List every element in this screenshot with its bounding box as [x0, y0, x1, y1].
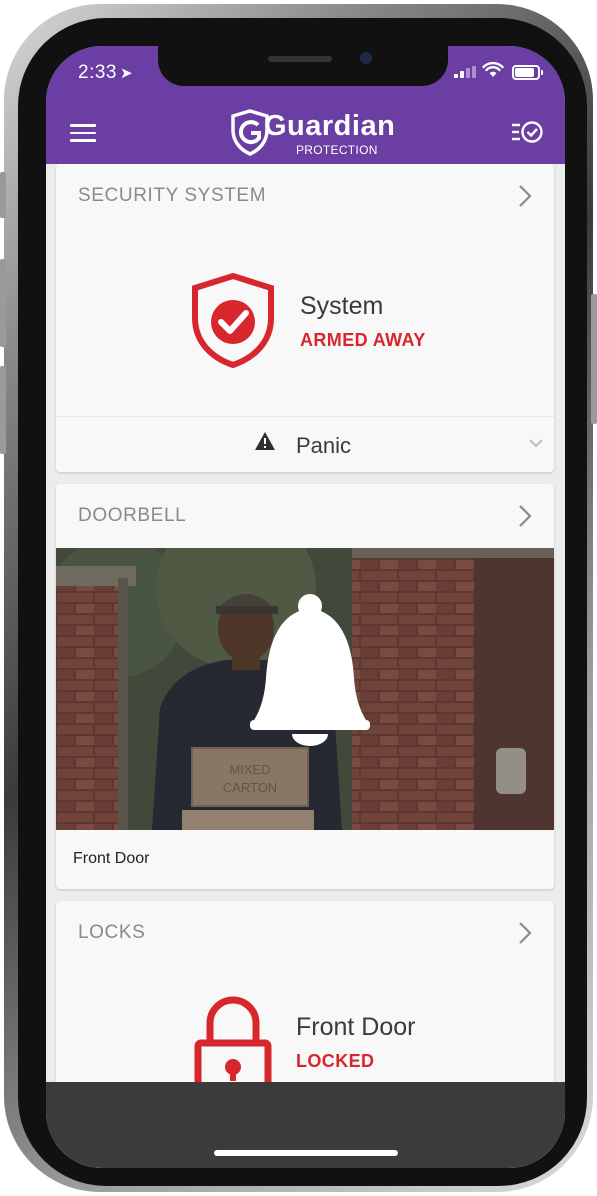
guardian-logo: Guardian PROTECTION	[230, 108, 395, 158]
battery-icon	[512, 65, 543, 80]
locks-title: LOCKS	[78, 922, 146, 943]
volume-down-button	[0, 366, 6, 454]
logo-wordmark: Guardian	[264, 110, 396, 142]
wifi-icon	[482, 62, 504, 77]
warning-icon	[255, 432, 275, 450]
locks-header[interactable]: LOCKS	[56, 901, 554, 967]
doorbell-card: DOORBELL Front Door	[56, 484, 554, 889]
lock-name: Front Door	[296, 1013, 416, 1041]
bottom-bar	[46, 1082, 565, 1168]
armed-shield-icon	[192, 272, 274, 368]
security-system-card: SECURITY SYSTEM System ARMED AWAY Panic	[56, 164, 554, 472]
doorbell-camera-name: Front Door	[73, 850, 150, 867]
security-system-title: SECURITY SYSTEM	[78, 185, 267, 206]
status-time-text: 2:33	[78, 62, 117, 83]
side-power-button	[591, 294, 597, 424]
chevron-down-icon[interactable]	[528, 438, 544, 448]
menu-button[interactable]	[70, 124, 96, 142]
volume-up-button	[0, 259, 6, 347]
chevron-right-icon[interactable]	[518, 921, 532, 945]
security-system-header[interactable]: SECURITY SYSTEM	[56, 164, 554, 230]
system-label: System	[300, 292, 384, 320]
cellular-signal-icon	[454, 66, 476, 78]
doorbell-camera-snapshot[interactable]: MIXED CARTON	[56, 548, 554, 830]
panic-label: Panic	[296, 433, 352, 458]
mute-switch	[0, 172, 6, 218]
doorbell-title: DOORBELL	[78, 505, 187, 526]
app-header: 2:33 ➤ Guardian PROTECTION	[46, 46, 565, 164]
delivery-person-photo: MIXED CARTON	[56, 548, 554, 830]
doorbell-header[interactable]: DOORBELL	[56, 484, 554, 550]
status-time: 2:33 ➤	[78, 62, 133, 84]
chevron-right-icon[interactable]	[518, 184, 532, 208]
home-indicator[interactable]	[214, 1150, 398, 1156]
panic-row[interactable]: Panic	[56, 417, 554, 472]
checklist-icon[interactable]	[510, 120, 544, 144]
system-status: ARMED AWAY	[300, 330, 426, 350]
chevron-right-icon[interactable]	[518, 504, 532, 528]
app-screen: 2:33 ➤ Guardian PROTECTION SECURITY SYST…	[46, 46, 565, 1168]
device-notch	[158, 46, 448, 86]
logo-subtitle: PROTECTION	[296, 143, 378, 157]
lock-status: LOCKED	[296, 1051, 375, 1071]
location-arrow-icon: ➤	[119, 65, 134, 82]
